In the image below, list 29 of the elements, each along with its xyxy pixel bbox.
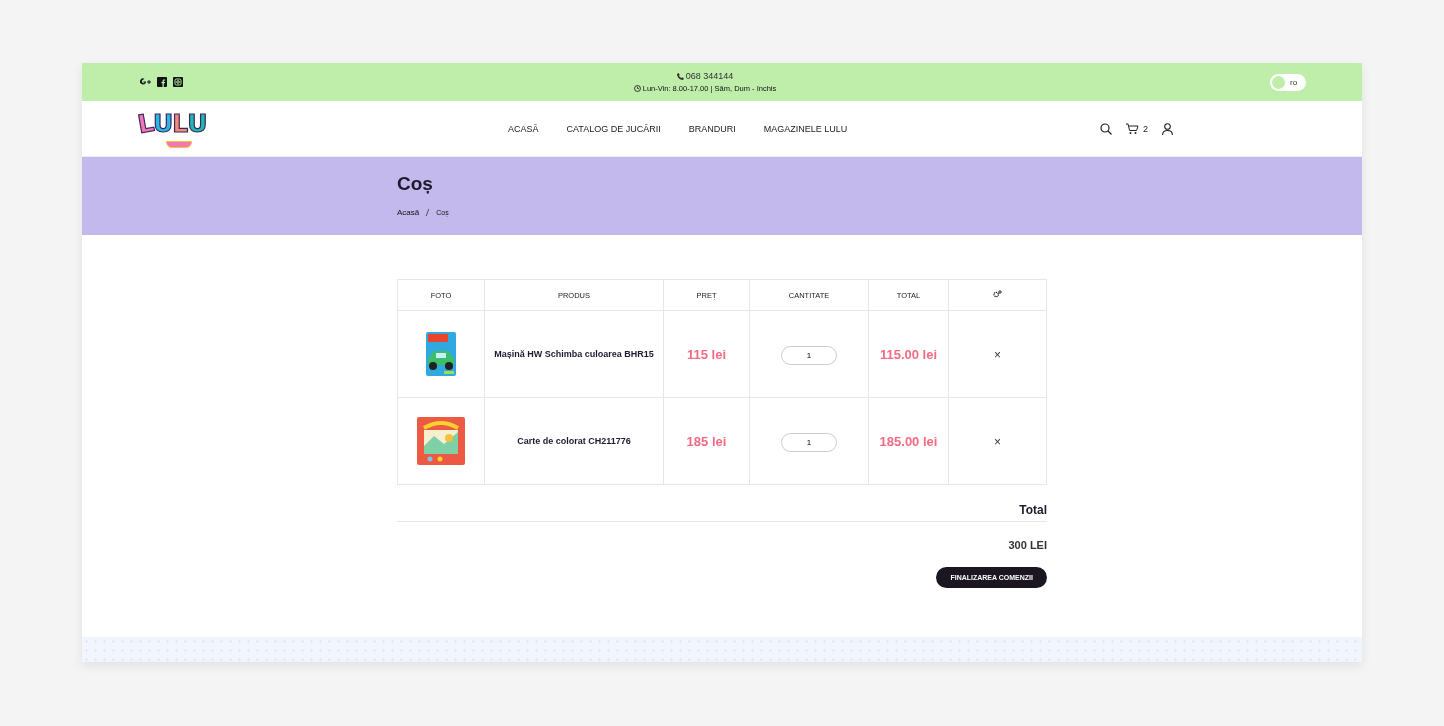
price-cell: 115 lei — [663, 310, 750, 398]
total-cell: 185.00 lei — [868, 397, 949, 485]
clock-icon — [633, 85, 641, 92]
remove-button[interactable]: × — [992, 435, 1003, 449]
page-title: Coș — [397, 173, 434, 195]
nav-link[interactable]: CATALOG DE JUCĂRII — [566, 123, 661, 134]
cart-count: 2 — [1143, 123, 1148, 134]
user-icon[interactable] — [1162, 122, 1173, 135]
facebook-icon[interactable] — [157, 77, 167, 87]
product-name[interactable]: Carte de colorat CH211776 — [484, 397, 664, 485]
instagram-icon[interactable] — [173, 77, 183, 87]
phone-number: 068 344144 — [685, 71, 734, 81]
language-toggle[interactable]: ro — [1270, 73, 1306, 91]
remove-button[interactable]: × — [992, 348, 1003, 362]
nav-link[interactable]: MAGAZINELE LULU — [763, 123, 848, 134]
google-plus-icon[interactable] — [140, 78, 151, 86]
phone-icon — [676, 72, 684, 80]
product-name[interactable]: Mașină HW Schimba culoarea BHR15 — [484, 310, 664, 398]
nav-link[interactable]: BRANDURI — [688, 123, 736, 134]
cart-icon[interactable] — [1126, 122, 1139, 135]
quantity-field[interactable]: 1 — [781, 345, 837, 365]
breadcrumb-link[interactable]: Acasă — [397, 208, 420, 217]
total-label: Total — [397, 503, 1047, 522]
total-amount: 300 LEI — [1008, 539, 1047, 551]
nav-link[interactable]: ACASĂ — [508, 123, 539, 134]
quantity-field[interactable]: 1 — [781, 432, 837, 452]
total-cell: 115.00 lei — [868, 310, 949, 398]
price-cell: 185 lei — [663, 397, 750, 485]
search-icon[interactable] — [1100, 122, 1112, 135]
